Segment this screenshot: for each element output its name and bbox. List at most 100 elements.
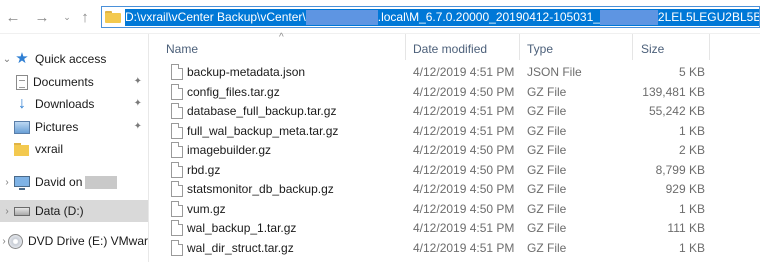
file-name: config_files.tar.gz [187, 84, 280, 99]
file-date: 4/12/2019 4:50 PM [413, 143, 515, 157]
column-divider[interactable] [519, 34, 520, 60]
file-icon [171, 161, 183, 178]
folder-icon [105, 11, 121, 23]
file-icon [171, 83, 183, 100]
file-icon [171, 200, 183, 217]
file-icon [171, 142, 183, 158]
chevron-right-icon[interactable]: › [0, 206, 14, 217]
file-icon [171, 181, 183, 197]
address-path-suffix: 2LEL5LEGU2BL5BGCY3LOV [657, 10, 759, 24]
folder-icon [14, 141, 30, 157]
column-header-type[interactable]: Type [527, 39, 553, 59]
nav-item-pictures[interactable]: Pictures ✦ [0, 116, 148, 138]
column-divider[interactable] [632, 34, 633, 60]
column-header-size[interactable]: Size [641, 39, 664, 59]
nav-item-dvd-drive[interactable]: › DVD Drive (E:) VMwar [0, 230, 148, 252]
file-icon [171, 64, 183, 80]
file-row[interactable]: backup-metadata.json 4/12/2019 4:51 PM J… [149, 63, 760, 83]
nav-item-quick-access[interactable]: ⌄ ★ Quick access [0, 48, 148, 70]
file-size: 8,799 KB [655, 162, 705, 177]
file-type: GZ File [527, 104, 567, 118]
file-date: 4/12/2019 4:51 PM [413, 65, 515, 79]
file-name: rbd.gz [187, 162, 221, 177]
address-path-middle: .local\M_6.7.0.20000_20190412-105031_ [377, 10, 600, 24]
file-date: 4/12/2019 4:51 PM [413, 221, 515, 235]
nav-item-label: vxrail [35, 142, 64, 156]
forward-arrow-icon[interactable]: → [32, 7, 52, 27]
file-name: vum.gz [187, 201, 226, 216]
nav-item-documents[interactable]: Documents ✦ [0, 71, 148, 93]
nav-item-label: Documents [33, 75, 94, 89]
dvd-icon [7, 233, 23, 249]
nav-item-data-drive[interactable]: › Data (D:) [0, 200, 148, 222]
column-divider[interactable] [405, 34, 406, 60]
file-size: 5 KB [678, 65, 705, 79]
address-path[interactable]: D:\vxrail\vCenter Backup\vCenter\ .local… [125, 8, 759, 26]
file-name: wal_backup_1.tar.gz [187, 221, 297, 235]
downloads-icon: ↓ [18, 95, 26, 112]
nav-item-label: Pictures [35, 120, 79, 134]
file-row[interactable]: database_full_backup.tar.gz 4/12/2019 4:… [149, 102, 760, 122]
file-date: 4/12/2019 4:50 PM [413, 84, 515, 99]
pin-icon[interactable]: ✦ [134, 76, 142, 87]
file-size: 1 KB [678, 240, 705, 255]
up-arrow-icon[interactable]: ↑ [75, 7, 95, 27]
file-row[interactable]: full_wal_backup_meta.tar.gz 4/12/2019 4:… [149, 122, 760, 142]
file-list: ^ Name Date modified Type Size backup-me… [149, 32, 760, 262]
back-arrow-icon[interactable]: ← [3, 7, 23, 27]
file-row[interactable]: imagebuilder.gz 4/12/2019 4:50 PM GZ Fil… [149, 141, 760, 161]
file-type: GZ File [527, 201, 567, 216]
redacted-block [85, 175, 118, 189]
file-type: JSON File [527, 65, 582, 79]
nav-item-vxrail[interactable]: vxrail [0, 138, 148, 160]
chevron-right-icon[interactable]: › [0, 177, 14, 188]
star-icon: ★ [15, 50, 29, 67]
file-name: wal_dir_struct.tar.gz [187, 240, 294, 255]
file-type: GZ File [527, 221, 567, 235]
nav-item-this-pc[interactable]: › David on [0, 171, 148, 193]
file-date: 4/12/2019 4:50 PM [413, 201, 515, 216]
file-date: 4/12/2019 4:50 PM [413, 162, 515, 177]
column-divider[interactable] [709, 34, 710, 60]
pin-icon[interactable]: ✦ [134, 98, 142, 109]
sort-ascending-icon: ^ [279, 32, 284, 43]
chevron-right-icon[interactable]: › [0, 236, 8, 247]
file-icon [171, 239, 183, 256]
file-size: 139,481 KB [642, 84, 705, 99]
address-bar[interactable]: D:\vxrail\vCenter Backup\vCenter\ .local… [101, 6, 760, 28]
nav-item-label: David on [35, 175, 83, 189]
file-type: GZ File [527, 162, 567, 177]
file-name: full_wal_backup_meta.tar.gz [187, 123, 339, 138]
file-date: 4/12/2019 4:51 PM [413, 123, 515, 138]
address-toolbar: ← → ⌄ ↑ D:\vxrail\vCenter Backup\vCenter… [0, 0, 760, 34]
file-date: 4/12/2019 4:51 PM [413, 104, 515, 118]
nav-item-label: DVD Drive (E:) VMwar [27, 234, 148, 248]
file-row[interactable]: rbd.gz 4/12/2019 4:50 PM GZ File 8,799 K… [149, 161, 760, 181]
column-header-date[interactable]: Date modified [413, 39, 487, 59]
nav-item-label: Quick access [35, 52, 107, 66]
recent-locations-chevron-icon[interactable]: ⌄ [57, 7, 77, 27]
file-type: GZ File [527, 182, 567, 196]
file-icon [171, 103, 183, 119]
file-row[interactable]: statsmonitor_db_backup.gz 4/12/2019 4:50… [149, 180, 760, 200]
pin-icon[interactable]: ✦ [134, 121, 142, 132]
file-type: GZ File [527, 143, 567, 157]
file-type: GZ File [527, 123, 567, 138]
file-row[interactable]: wal_backup_1.tar.gz 4/12/2019 4:51 PM GZ… [149, 219, 760, 239]
documents-icon [16, 74, 28, 90]
computer-icon [14, 175, 30, 190]
file-size: 1 KB [678, 123, 705, 138]
column-header-name[interactable]: Name [166, 39, 198, 59]
chevron-down-icon[interactable]: ⌄ [0, 54, 14, 65]
nav-item-downloads[interactable]: ↓ Downloads ✦ [0, 93, 148, 115]
file-size: 55,242 KB [648, 104, 705, 118]
nav-item-label: Downloads [35, 97, 95, 111]
file-date: 4/12/2019 4:51 PM [413, 240, 515, 255]
file-row[interactable]: wal_dir_struct.tar.gz 4/12/2019 4:51 PM … [149, 239, 760, 259]
file-icon [171, 122, 183, 139]
navigation-pane: ⌄ ★ Quick access Documents ✦ ↓ Downloads… [0, 34, 148, 262]
file-row[interactable]: config_files.tar.gz 4/12/2019 4:50 PM GZ… [149, 83, 760, 103]
file-size: 111 KB [667, 221, 705, 235]
file-row[interactable]: vum.gz 4/12/2019 4:50 PM GZ File 1 KB [149, 200, 760, 220]
nav-item-label: Data (D:) [35, 204, 84, 218]
